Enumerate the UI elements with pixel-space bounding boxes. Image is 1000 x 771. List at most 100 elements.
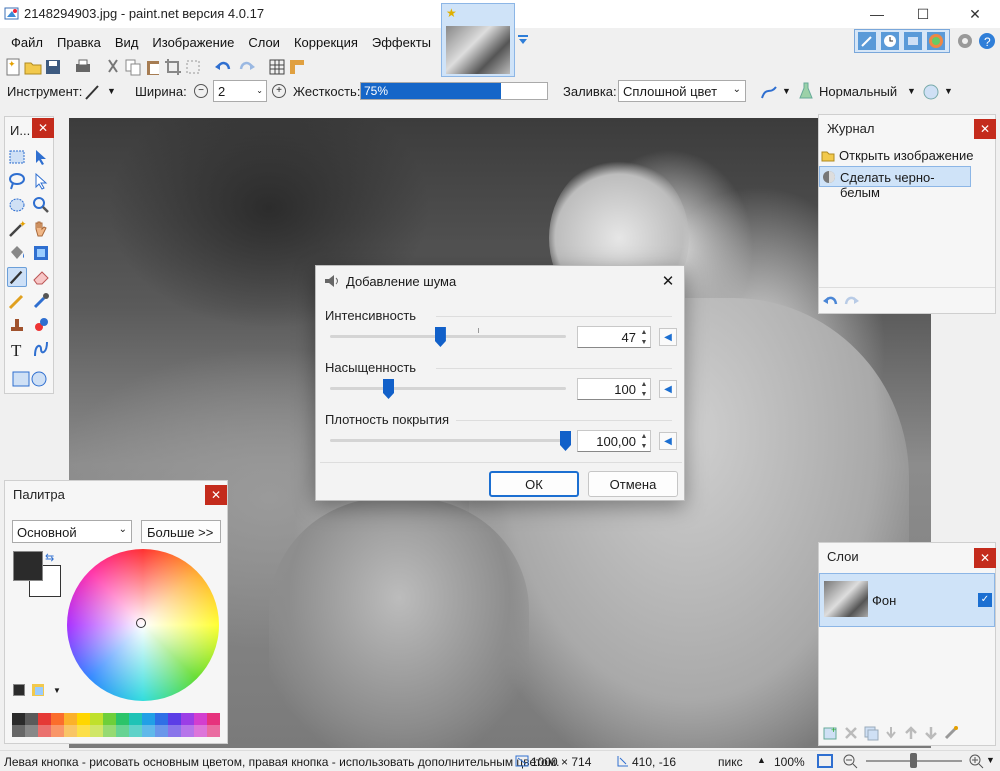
zoom-dropdown-icon[interactable]: ▼ bbox=[986, 755, 995, 765]
palette-swatch-light[interactable] bbox=[116, 725, 129, 737]
history-window-icon[interactable] bbox=[880, 31, 900, 51]
palette-mode-select[interactable]: Основной ⌄ bbox=[12, 520, 132, 543]
palette-options-icon[interactable] bbox=[31, 682, 47, 698]
menu-file[interactable]: Файл bbox=[4, 35, 50, 50]
palette-swatch[interactable] bbox=[168, 713, 181, 725]
pencil-icon[interactable] bbox=[7, 291, 27, 311]
palette-swatch-light[interactable] bbox=[142, 725, 155, 737]
menu-edit[interactable]: Правка bbox=[50, 35, 108, 50]
eraser-icon[interactable] bbox=[31, 267, 51, 287]
colors-window-icon[interactable] bbox=[926, 31, 946, 51]
zoom-in-icon[interactable] bbox=[968, 753, 984, 769]
merge-down-icon[interactable] bbox=[883, 725, 899, 741]
history-item-selected[interactable]: Сделать черно-белым bbox=[819, 166, 971, 200]
copy-icon[interactable] bbox=[124, 58, 142, 76]
palette-swatch[interactable] bbox=[194, 713, 207, 725]
intensity-spin-up-icon[interactable]: ▲ bbox=[639, 328, 649, 337]
saturation-reset-button[interactable]: ◀ bbox=[659, 380, 677, 398]
selection-dropdown-icon[interactable]: ▼ bbox=[944, 86, 953, 96]
hardness-slider[interactable]: 75% bbox=[360, 82, 548, 100]
menu-view[interactable]: Вид bbox=[108, 35, 146, 50]
palette-swatch-light[interactable] bbox=[194, 725, 207, 737]
menu-effects[interactable]: Эффекты bbox=[365, 35, 438, 50]
zoom-out-icon[interactable] bbox=[842, 753, 858, 769]
palette-swatch[interactable] bbox=[64, 713, 77, 725]
intensity-reset-button[interactable]: ◀ bbox=[659, 328, 677, 346]
paintbrush-icon[interactable] bbox=[84, 83, 102, 101]
image-tab-thumbnail[interactable]: ★ bbox=[441, 3, 515, 77]
paint-bucket-icon[interactable] bbox=[7, 243, 27, 263]
tool-dropdown-icon[interactable]: ▼ bbox=[107, 86, 116, 96]
tabs-dropdown-icon[interactable] bbox=[517, 33, 529, 45]
lasso-icon[interactable] bbox=[7, 171, 27, 191]
history-close[interactable]: ✕ bbox=[974, 119, 996, 139]
duplicate-layer-icon[interactable] bbox=[863, 725, 879, 741]
palette-swatch[interactable] bbox=[38, 713, 51, 725]
layers-close[interactable]: ✕ bbox=[974, 548, 996, 568]
coverage-reset-button[interactable]: ◀ bbox=[659, 432, 677, 450]
palette-swatch[interactable] bbox=[51, 713, 64, 725]
line-curve-icon[interactable] bbox=[31, 339, 51, 359]
palette-swatch[interactable] bbox=[207, 713, 220, 725]
minimize-button[interactable]: — bbox=[854, 0, 900, 28]
history-item[interactable]: Открыть изображение bbox=[819, 145, 995, 167]
zoom-slider-thumb[interactable] bbox=[910, 753, 917, 768]
intensity-spin-down-icon[interactable]: ▼ bbox=[639, 338, 649, 347]
saturation-input[interactable]: 100 ▲ ▼ bbox=[577, 378, 651, 400]
ruler-icon[interactable] bbox=[288, 58, 306, 76]
palette-swatch[interactable] bbox=[181, 713, 194, 725]
close-window-button[interactable]: ✕ bbox=[952, 0, 998, 28]
palette-swatch-light[interactable] bbox=[155, 725, 168, 737]
coverage-spin-down-icon[interactable]: ▼ bbox=[639, 442, 649, 451]
intensity-track[interactable] bbox=[330, 335, 566, 338]
move-layer-down-icon[interactable] bbox=[923, 725, 939, 741]
paste-icon[interactable] bbox=[144, 58, 162, 76]
palette-swatch[interactable] bbox=[103, 713, 116, 725]
palette-swatch[interactable] bbox=[77, 713, 90, 725]
palette-swatch-light[interactable] bbox=[90, 725, 103, 737]
cancel-button[interactable]: Отмена bbox=[588, 471, 678, 497]
palette-swatch[interactable] bbox=[116, 713, 129, 725]
blend-mode-value[interactable]: Нормальный bbox=[819, 84, 897, 99]
ok-button[interactable]: ОК bbox=[489, 471, 579, 497]
rect-select-icon[interactable] bbox=[7, 147, 27, 167]
coverage-track[interactable] bbox=[330, 439, 566, 442]
open-file-icon[interactable] bbox=[24, 58, 42, 76]
palette-swatch[interactable] bbox=[142, 713, 155, 725]
palette-swatch-light[interactable] bbox=[129, 725, 142, 737]
saturation-slider-thumb[interactable] bbox=[383, 379, 394, 399]
layer-properties-icon[interactable] bbox=[943, 725, 959, 741]
zoom-to-window-icon[interactable] bbox=[816, 753, 834, 769]
add-layer-icon[interactable]: + bbox=[823, 725, 839, 741]
palette-swatch-light[interactable] bbox=[25, 725, 38, 737]
saturation-spin-up-icon[interactable]: ▲ bbox=[639, 380, 649, 389]
history-redo-icon[interactable] bbox=[843, 294, 859, 308]
swap-colors-icon[interactable]: ⇆ bbox=[45, 551, 54, 564]
palette-swatch-light[interactable] bbox=[77, 725, 90, 737]
move-selected-icon[interactable] bbox=[31, 171, 51, 191]
save-icon[interactable] bbox=[44, 58, 62, 76]
layers-window-icon[interactable] bbox=[903, 31, 923, 51]
gradient-icon[interactable] bbox=[31, 243, 51, 263]
palette-swatch-light[interactable] bbox=[51, 725, 64, 737]
blend-dropdown-icon[interactable]: ▼ bbox=[907, 86, 916, 96]
blend-mode-icon[interactable] bbox=[798, 82, 814, 100]
palette-swatch-light[interactable] bbox=[38, 725, 51, 737]
palette-swatch[interactable] bbox=[12, 713, 25, 725]
intensity-slider-thumb[interactable] bbox=[434, 327, 446, 347]
status-units[interactable]: пикс bbox=[718, 755, 743, 769]
antialiasing-icon[interactable] bbox=[760, 83, 778, 101]
mini-primary-icon[interactable] bbox=[13, 684, 25, 696]
antialias-dropdown-icon[interactable]: ▼ bbox=[782, 86, 791, 96]
palette-swatch[interactable] bbox=[90, 713, 103, 725]
clone-stamp-icon[interactable] bbox=[7, 315, 27, 335]
tools-panel-close[interactable]: ✕ bbox=[32, 118, 54, 138]
deselect-icon[interactable] bbox=[184, 58, 202, 76]
intensity-input[interactable]: 47 ▲ ▼ bbox=[577, 326, 651, 348]
palette-swatch-light[interactable] bbox=[168, 725, 181, 737]
pan-hand-icon[interactable] bbox=[31, 219, 51, 239]
paintbrush-tool-icon[interactable] bbox=[7, 267, 27, 287]
redo-icon[interactable] bbox=[238, 58, 256, 76]
color-wheel[interactable] bbox=[67, 549, 219, 701]
layer-row[interactable]: Фон ✓ bbox=[819, 573, 995, 627]
